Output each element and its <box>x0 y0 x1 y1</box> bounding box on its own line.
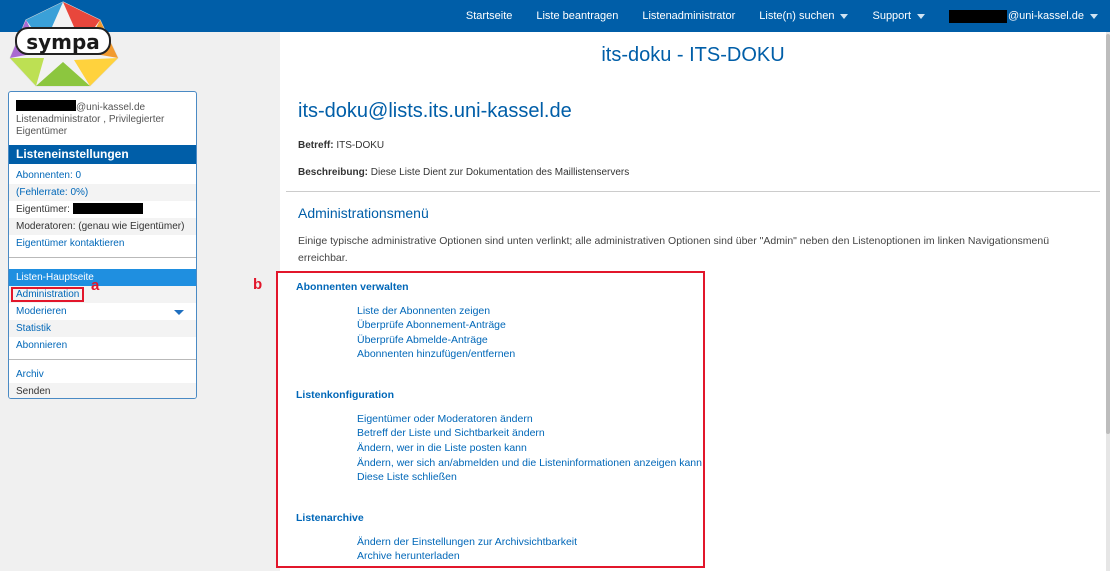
archive-visibility-settings-link[interactable]: Ändern der Einstellungen zur Archivsicht… <box>357 536 577 548</box>
admin-menu-box: Abonnenten verwalten Liste der Abonnente… <box>276 271 705 568</box>
redacted-owner <box>72 203 143 214</box>
sidebar-item-archive[interactable]: Archiv <box>9 366 196 383</box>
sidebar-divider <box>9 359 196 360</box>
nav-home-label: Startseite <box>465 10 513 22</box>
redacted-username <box>16 100 76 111</box>
manage-subscribers-heading: Abonnenten verwalten <box>296 281 409 293</box>
nav-home-link[interactable]: Startseite <box>454 10 524 22</box>
top-navbar: Startseite Liste beantragen Listenadmini… <box>0 0 1110 32</box>
edit-posting-rights-link[interactable]: Ändern, wer in die Liste posten kann <box>357 442 527 454</box>
user-email: @uni-kassel.de <box>76 102 146 113</box>
sidebar-divider <box>9 257 196 258</box>
subject-row: Betreff: ITS-DOKU <box>298 140 384 151</box>
administration-highlight[interactable]: Administration <box>11 287 85 302</box>
list-sidebar: @uni-kassel.de Listenadministrator , Pri… <box>8 91 197 399</box>
show-subscribers-link[interactable]: Liste der Abonnenten zeigen <box>357 305 490 317</box>
subscribers-count-link[interactable]: Abonnenten: 0 <box>9 167 196 184</box>
list-config-heading: Listenkonfiguration <box>296 389 394 401</box>
top-nav-menu: Startseite Liste beantragen Listenadmini… <box>454 0 1110 32</box>
page-scrollbar[interactable] <box>1106 32 1110 571</box>
download-archives-link[interactable]: Archive herunterladen <box>357 550 460 562</box>
review-unsubscribe-requests-link[interactable]: Überprüfe Abmelde-Anträge <box>357 334 488 346</box>
sidebar-item-subscribe[interactable]: Abonnieren <box>9 337 196 354</box>
redacted-username <box>949 9 1008 23</box>
owners-label: Eigentümer: <box>16 204 70 215</box>
admin-menu-title: Administrationsmenü <box>298 205 429 221</box>
page-title: its-doku - ITS-DOKU <box>601 44 785 66</box>
nav-user-email: @uni-kassel.de <box>1008 10 1084 22</box>
nav-user-dropdown[interactable]: @uni-kassel.de <box>937 9 1110 23</box>
logo-text: sympa <box>26 30 100 54</box>
subject-label: Betreff: <box>298 140 334 151</box>
sidebar-item-list-main-page[interactable]: Listen-Hauptseite <box>9 269 196 286</box>
sympa-logo[interactable]: sympa <box>4 0 122 90</box>
nav-support-label: Support <box>872 10 912 22</box>
owners-row: Eigentümer: <box>9 201 196 218</box>
sidebar-item-statistics[interactable]: Statistik <box>9 320 196 337</box>
annotation-marker-a: a <box>91 277 100 294</box>
moderate-label: Moderieren <box>16 306 67 317</box>
nav-request-list-label: Liste beantragen <box>536 10 619 22</box>
sidebar-item-send: Senden <box>9 383 196 398</box>
description-row: Beschreibung: Diese Liste Dient zur Doku… <box>298 167 629 178</box>
nav-request-list-link[interactable]: Liste beantragen <box>524 10 630 22</box>
chevron-down-icon <box>917 13 926 19</box>
list-settings-heading: Listeneinstellungen <box>9 145 196 164</box>
sidebar-item-moderate[interactable]: Moderieren <box>9 303 196 320</box>
subject-value: ITS-DOKU <box>336 140 385 151</box>
description-value: Diese Liste Dient zur Dokumentation des … <box>370 167 630 178</box>
review-subscription-requests-link[interactable]: Überprüfe Abonnement-Anträge <box>357 319 506 331</box>
nav-search-lists-dropdown[interactable]: Liste(n) suchen <box>747 10 860 22</box>
chevron-down-icon[interactable] <box>174 310 184 315</box>
error-rate-link[interactable]: (Fehlerrate: 0%) <box>9 184 196 201</box>
nav-list-admin-link[interactable]: Listenadministrator <box>630 10 747 22</box>
chevron-down-icon <box>1090 13 1098 19</box>
user-email-row: @uni-kassel.de <box>16 100 189 114</box>
edit-subject-visibility-link[interactable]: Betreff der Liste und Sichtbarkeit änder… <box>357 427 545 439</box>
description-label: Beschreibung: <box>298 167 369 178</box>
content-divider <box>286 191 1100 192</box>
annotation-marker-b: b <box>253 276 263 293</box>
chevron-down-icon <box>840 13 849 19</box>
list-address-heading: its-doku@lists.its.uni-kassel.de <box>298 100 572 122</box>
close-list-link[interactable]: Diese Liste schließen <box>357 471 457 483</box>
add-remove-subscribers-link[interactable]: Abonnenten hinzufügen/entfernen <box>357 348 515 360</box>
nav-list-admin-label: Listenadministrator <box>642 10 736 22</box>
edit-subscribe-rights-link[interactable]: Ändern, wer sich an/abmelden und die Lis… <box>357 457 702 469</box>
user-roles: Listenadministrator , Privilegierter Eig… <box>16 114 165 137</box>
admin-menu-description: Einige typische administrative Optionen … <box>298 235 1050 264</box>
nav-search-lists-label: Liste(n) suchen <box>759 10 835 22</box>
edit-owners-moderators-link[interactable]: Eigentümer oder Moderatoren ändern <box>357 413 533 425</box>
sidebar-item-administration[interactable]: Administration <box>9 286 196 303</box>
list-archives-heading: Listenarchive <box>296 512 364 524</box>
scrollbar-thumb[interactable] <box>1106 34 1110 434</box>
nav-support-dropdown[interactable]: Support <box>860 10 937 22</box>
contact-owners-link[interactable]: Eigentümer kontaktieren <box>9 235 196 252</box>
moderators-row: Moderatoren: (genau wie Eigentümer) <box>9 218 196 235</box>
user-info-box: @uni-kassel.de Listenadministrator , Pri… <box>9 92 196 145</box>
